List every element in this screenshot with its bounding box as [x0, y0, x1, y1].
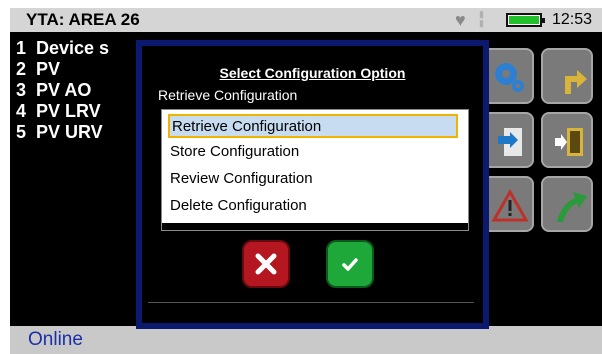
turn-arrow-icon[interactable] — [541, 48, 593, 104]
menu-item-pv-ao[interactable]: 3 PV AO — [16, 80, 109, 101]
status-bar: Online — [10, 326, 602, 354]
option-delete[interactable]: Delete Configuration — [168, 195, 458, 219]
menu-item-pv[interactable]: 2 PV — [16, 59, 109, 80]
option-retrieve[interactable]: Retrieve Configuration — [168, 114, 458, 138]
device-screen: YTA: AREA 26 ♥ ▮ ▮ 12:53 1 Device s 2 PV 3P… — [0, 0, 602, 354]
menu-item-pv-urv[interactable]: 5 PV URV — [16, 122, 109, 143]
device-title: YTA: AREA 26 — [26, 10, 140, 29]
battery-icon — [506, 13, 545, 27]
menu-item-pv-lrv[interactable]: 4 PV LRV — [16, 101, 109, 122]
current-option-label: Retrieve Configuration — [158, 87, 298, 103]
exit-door-icon[interactable] — [541, 112, 593, 168]
menu-list: 1 Device s 2 PV 3 PV AO 4 PV LRV 5 PV URV — [16, 38, 109, 143]
heart-icon: ♥ — [455, 10, 466, 30]
arrow-up-right-icon[interactable] — [541, 176, 593, 232]
export-icon[interactable] — [482, 112, 534, 168]
menu-item-device-setup[interactable]: 1 Device s — [16, 38, 109, 59]
option-review[interactable]: Review Configuration — [168, 168, 458, 192]
config-dialog: Select Configuration Option Retrieve Con… — [136, 40, 489, 329]
status-text: Online — [28, 329, 83, 350]
dialog-divider — [148, 302, 474, 303]
cancel-button[interactable] — [242, 240, 290, 288]
clock: 12:53 — [552, 11, 593, 28]
dialog-body: Select Configuration Option Retrieve Con… — [142, 46, 483, 323]
options-list: Retrieve Configuration Store Configurati… — [162, 110, 468, 223]
dialog-title: Select Configuration Option — [219, 65, 406, 81]
close-icon — [255, 253, 277, 275]
signal-icon: ▮ ▮ — [479, 9, 484, 28]
option-store[interactable]: Store Configuration — [168, 141, 458, 165]
checkmark-icon — [342, 258, 358, 271]
warning-icon[interactable] — [482, 176, 534, 232]
header-bar: YTA: AREA 26 ♥ ▮ ▮ 12:53 — [10, 8, 602, 32]
gear-icon[interactable] — [482, 48, 534, 104]
options-frame: Retrieve Configuration Store Configurati… — [161, 109, 469, 231]
ok-button[interactable] — [326, 240, 374, 288]
